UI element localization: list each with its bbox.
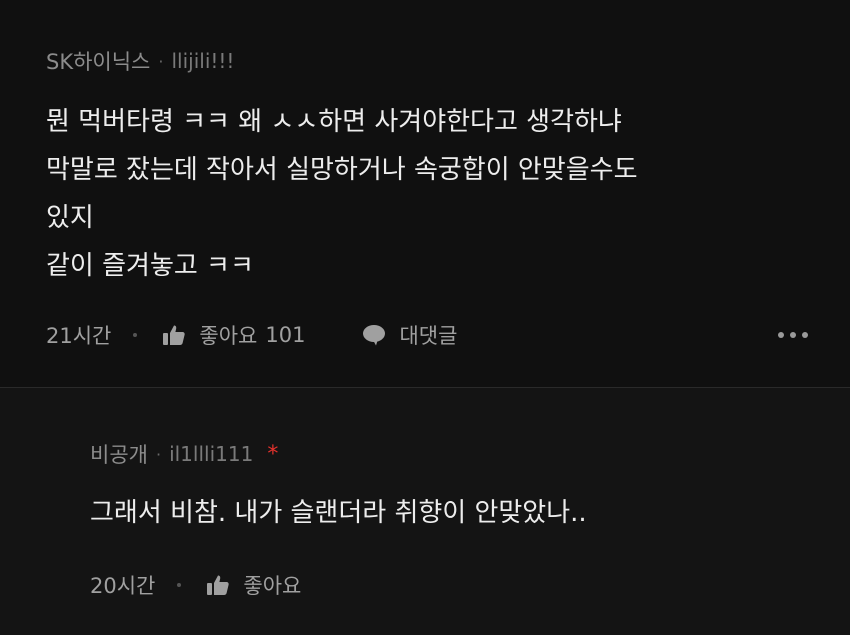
author-name[interactable]: 비공개 [90, 439, 148, 469]
reply-item: 비공개 · il1llli111 * 그래서 비참. 내가 슬랜더라 취향이 안… [0, 388, 850, 635]
author-star-mark: * [267, 441, 279, 467]
like-label: 좋아요 [243, 574, 302, 598]
meta-separator [177, 583, 182, 587]
comment-timestamp: 21시간 [46, 324, 112, 348]
thumbs-up-icon [161, 322, 187, 348]
reply-label: 대댓글 [399, 324, 458, 348]
thumbs-up-icon [205, 572, 231, 598]
reply-meta: 20시간 좋아요 [90, 570, 301, 600]
meta-separator [133, 333, 138, 337]
reply-button[interactable]: 대댓글 [361, 320, 457, 350]
comment-timestamp: 20시간 [90, 574, 156, 598]
comment-author-line: SK하이닉스 · llijili!!! [46, 46, 850, 76]
author-separator: · [155, 444, 162, 464]
comment-item: SK하이닉스 · llijili!!! 뭔 먹버타령 ㅋㅋ 왜 ㅅㅅ하면 사겨야… [0, 0, 850, 388]
comment-meta: 21시간 좋아요 101 대댓글 [46, 320, 457, 350]
more-dot [802, 332, 808, 338]
more-dot [778, 332, 784, 338]
more-dot [790, 332, 796, 338]
like-label: 좋아요 [199, 324, 258, 348]
author-name[interactable]: SK하이닉스 [46, 46, 150, 76]
like-button[interactable]: 좋아요 [205, 570, 301, 600]
reply-body: 그래서 비참. 내가 슬랜더라 취향이 안맞았나.. [90, 498, 587, 528]
author-handle: llijili!!! [171, 49, 235, 73]
like-count: 101 [265, 323, 306, 347]
speech-bubble-icon [361, 322, 387, 348]
like-button[interactable]: 좋아요 101 [161, 320, 305, 350]
author-separator: · [158, 51, 164, 71]
more-dots-icon[interactable] [778, 332, 808, 338]
author-handle: il1llli111 [169, 442, 254, 466]
reply-author-line: 비공개 · il1llli111 * [90, 439, 850, 469]
comment-body: 뭔 먹버타령 ㅋㅋ 왜 ㅅㅅ하면 사겨야한다고 생각하냐 막말로 잤는데 작아서… [46, 107, 638, 281]
